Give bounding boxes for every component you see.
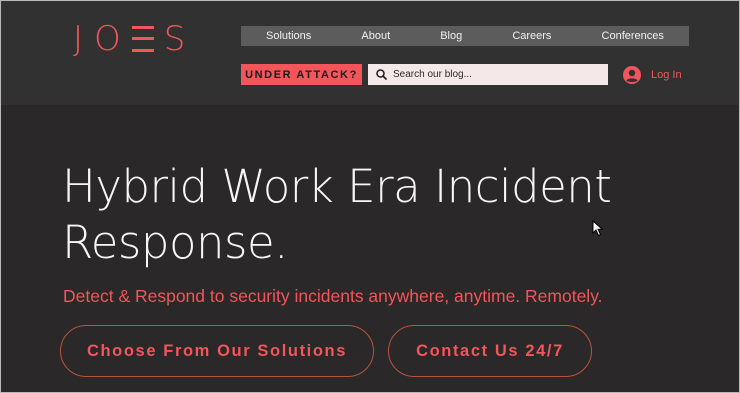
login-link[interactable]: Log In <box>623 65 682 85</box>
blog-search-box[interactable] <box>368 64 608 85</box>
nav-item-solutions[interactable]: Solutions <box>266 30 311 42</box>
hero-title-line-2: Response. <box>62 216 288 269</box>
logo-e-glyph <box>131 24 154 54</box>
nav-item-blog[interactable]: Blog <box>440 30 462 42</box>
nav-item-conferences[interactable]: Conferences <box>602 30 664 42</box>
user-avatar-icon <box>623 66 641 84</box>
browser-viewport: JOS Solutions About Blog Careers Confere… <box>0 0 740 393</box>
main-nav: Solutions About Blog Careers Conferences <box>241 26 689 46</box>
login-label: Log In <box>651 69 682 81</box>
nav-item-about[interactable]: About <box>361 30 390 42</box>
hero-subtitle: Detect & Respond to security incidents a… <box>63 286 603 306</box>
search-input[interactable] <box>393 69 593 80</box>
site-header: JOS Solutions About Blog Careers Confere… <box>1 1 739 105</box>
hero-title-line-1: Hybrid Work Era Incident <box>62 160 612 213</box>
nav-item-careers[interactable]: Careers <box>512 30 551 42</box>
contact-us-button[interactable]: Contact Us 24/7 <box>388 325 592 377</box>
mouse-cursor-icon <box>592 220 604 237</box>
hero-title: Hybrid Work Era Incident Response. <box>62 159 702 271</box>
choose-solutions-button[interactable]: Choose From Our Solutions <box>60 325 374 377</box>
joes-logo[interactable]: JOS <box>73 19 196 59</box>
search-icon <box>376 69 387 80</box>
under-attack-button[interactable]: UNDER ATTACK? <box>241 64 362 85</box>
